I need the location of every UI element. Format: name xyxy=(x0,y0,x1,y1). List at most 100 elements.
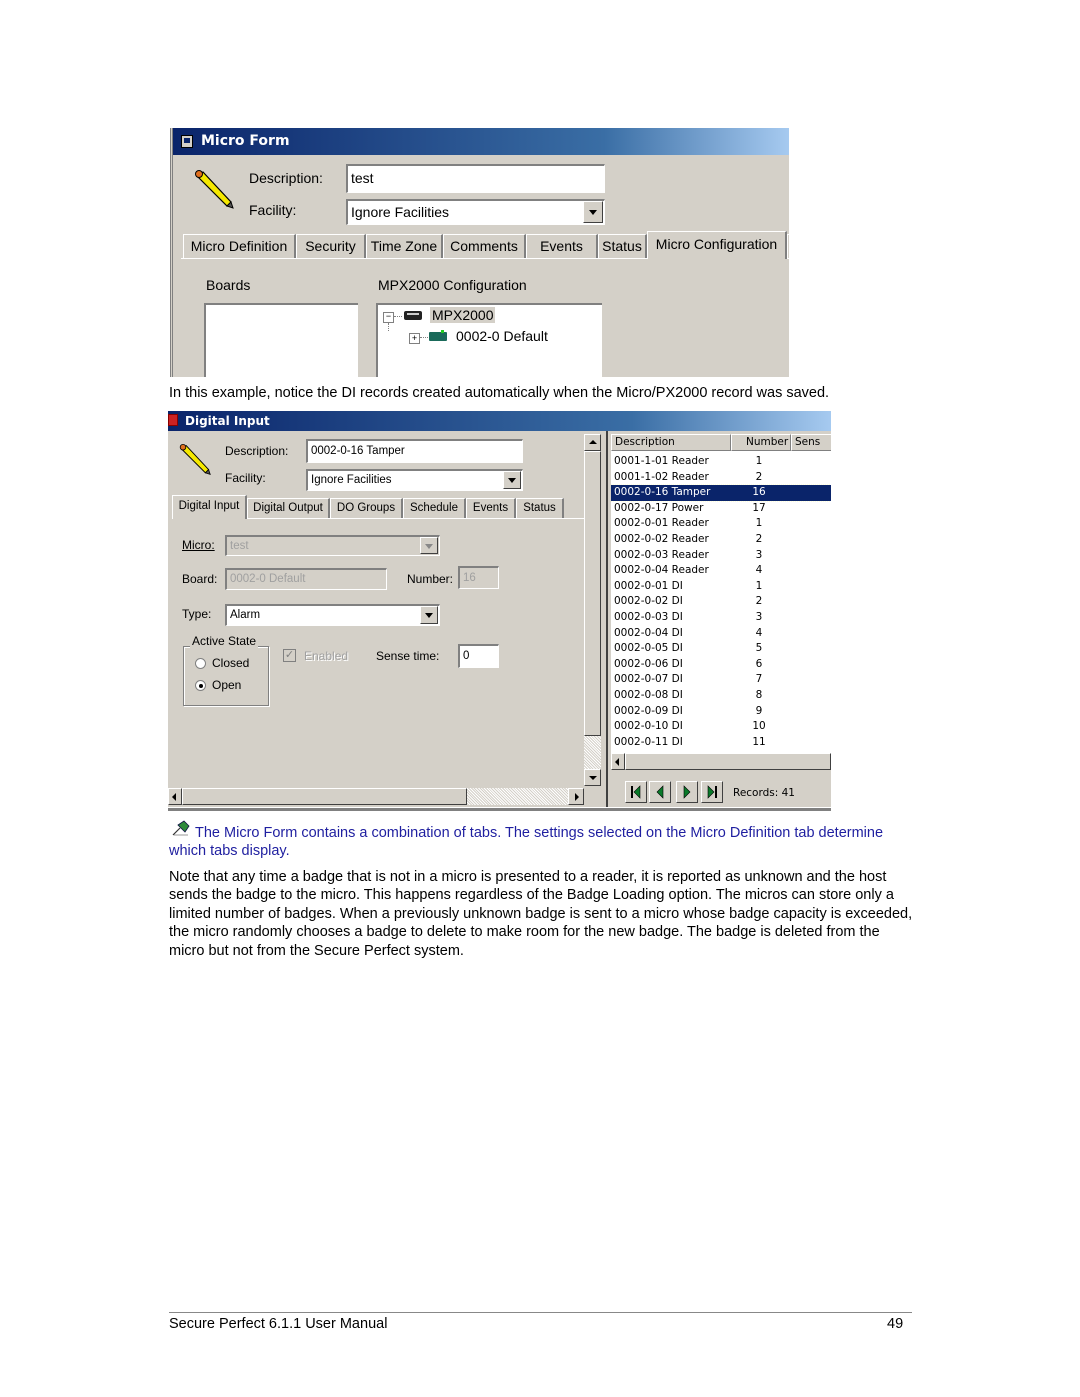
config-tree[interactable]: − MPX2000 + 0002-0 Default xyxy=(376,303,602,377)
radio-closed[interactable] xyxy=(195,658,206,669)
first-record-icon xyxy=(631,785,641,799)
scroll-right-button[interactable] xyxy=(568,788,584,805)
grid-row[interactable]: 0001-1-02 Reader 2 xyxy=(611,470,831,486)
radio-open-label[interactable]: Open xyxy=(212,678,241,692)
grid-row[interactable]: 0001-1-01 Reader 1 xyxy=(611,454,831,470)
number-label: Number: xyxy=(407,572,454,586)
cell-number: 4 xyxy=(755,564,763,577)
tree-connector xyxy=(394,316,402,317)
previous-record-icon xyxy=(656,785,664,799)
note-text-content: The Micro Form contains a combination of… xyxy=(169,825,884,860)
column-header-number[interactable]: Number xyxy=(731,434,791,451)
grid-row[interactable]: 0002-0-01 DI 1 xyxy=(611,579,831,595)
sense-time-input[interactable]: 0 xyxy=(458,644,499,668)
nav-next-button[interactable] xyxy=(676,781,698,803)
micro-dropdown-button xyxy=(420,537,438,554)
tab-time-zone[interactable]: Time Zone xyxy=(366,234,443,258)
grid-row[interactable]: 0002-0-07 DI 7 xyxy=(611,672,831,688)
grid-row[interactable]: 0002-0-02 Reader 2 xyxy=(611,532,831,548)
grid-row[interactable]: 0002-0-02 DI 2 xyxy=(611,594,831,610)
grid-scroll-left-button[interactable] xyxy=(611,753,625,770)
tab-micro-definition[interactable]: Micro Definition xyxy=(183,234,296,258)
radio-open[interactable] xyxy=(195,680,206,691)
tab-micro-configuration[interactable]: Micro Configuration xyxy=(647,231,787,259)
page-number: 49 xyxy=(887,1316,904,1332)
grid-row[interactable]: 0002-0-01 Reader 1 xyxy=(611,516,831,532)
tab-comments[interactable]: Comments xyxy=(443,234,526,258)
tree-node-default-board[interactable]: 0002-0 Default xyxy=(456,328,548,344)
cell-description: 0001-1-02 Reader xyxy=(614,470,709,483)
board-input: 0002-0 Default xyxy=(225,568,387,590)
tree-connector xyxy=(420,337,428,338)
tree-collapse-icon[interactable]: − xyxy=(383,312,394,323)
scroll-down-button[interactable] xyxy=(584,769,601,786)
scroll-thumb[interactable] xyxy=(584,451,601,736)
facility-dropdown-button[interactable] xyxy=(583,201,603,223)
cell-number: 1 xyxy=(755,579,763,592)
micro-form-titlebar: Micro Form xyxy=(173,128,789,155)
config-label: MPX2000 Configuration xyxy=(378,277,527,293)
tree-node-mpx2000[interactable]: MPX2000 xyxy=(430,307,496,323)
grid-row[interactable]: 0002-0-03 DI 3 xyxy=(611,610,831,626)
grid-row[interactable]: 0002-0-06 DI 6 xyxy=(611,657,831,673)
window-title: Digital Input xyxy=(185,414,270,428)
grid-row[interactable]: 0002-0-08 DI 8 xyxy=(611,688,831,704)
column-header-description[interactable]: Description xyxy=(611,434,731,451)
radio-closed-label[interactable]: Closed xyxy=(212,656,249,670)
grid-row[interactable]: 0002-0-03 Reader 3 xyxy=(611,548,831,564)
scroll-up-button[interactable] xyxy=(584,434,601,451)
last-record-icon xyxy=(707,785,717,799)
grid-row[interactable]: 0002-0-04 Reader 4 xyxy=(611,563,831,579)
pane-splitter[interactable] xyxy=(604,431,608,811)
tab-digital-input[interactable]: Digital Input xyxy=(172,495,247,519)
cell-number: 3 xyxy=(755,611,763,623)
cell-description: 0002-0-04 Reader xyxy=(614,564,709,577)
grid-row[interactable]: 0002-0-17 Power 17 xyxy=(611,501,831,517)
nav-last-button[interactable] xyxy=(701,781,723,803)
grid-row[interactable]: 0002-0-11 DI 11 xyxy=(611,735,831,751)
facility-select[interactable]: Ignore Facilities xyxy=(306,469,523,491)
number-input: 16 xyxy=(458,566,499,589)
tab-events[interactable]: Events xyxy=(526,234,598,258)
records-count: Records: 41 xyxy=(733,787,795,799)
nav-prev-button[interactable] xyxy=(649,781,671,803)
grid-body: 0001-1-01 Reader 1 0001-1-02 Reader 2 0002-0… xyxy=(611,454,831,766)
cell-description: 0002-0-06 DI xyxy=(614,657,683,670)
type-select[interactable]: Alarm xyxy=(225,604,440,626)
grid-row[interactable]: 0002-0-16 Tamper 16 xyxy=(611,484,831,502)
description-input[interactable]: test xyxy=(346,164,605,193)
cell-number: 5 xyxy=(755,642,763,655)
tab-status[interactable]: Status xyxy=(598,234,647,258)
tab-overflow-edge[interactable] xyxy=(787,234,789,258)
next-record-icon xyxy=(683,785,691,799)
tab-status[interactable]: Status xyxy=(516,498,564,519)
grid-row[interactable]: 0002-0-09 DI 9 xyxy=(611,704,831,720)
nav-first-button[interactable] xyxy=(625,781,647,803)
cell-description: 0002-0-09 DI xyxy=(614,704,683,717)
facility-dropdown-button[interactable] xyxy=(503,471,521,489)
tab-schedule[interactable]: Schedule xyxy=(403,498,466,519)
grid-row[interactable]: 0002-0-04 DI 4 xyxy=(611,626,831,642)
hscroll-thumb[interactable] xyxy=(182,788,467,805)
tab-security[interactable]: Security xyxy=(296,234,366,258)
cell-description: 0002-0-08 DI xyxy=(614,689,683,701)
description-input[interactable]: 0002-0-16 Tamper xyxy=(306,439,523,463)
cell-number: 1 xyxy=(755,517,763,530)
column-header-sense[interactable]: Sens xyxy=(791,434,831,451)
facility-select[interactable]: Ignore Facilities xyxy=(346,199,605,225)
grid-hscroll-thumb[interactable] xyxy=(625,753,831,770)
cell-number: 16 xyxy=(752,486,766,499)
tree-expand-icon[interactable]: + xyxy=(409,333,420,344)
tab-events[interactable]: Events xyxy=(466,498,516,519)
facility-label: Facility: xyxy=(225,471,266,485)
grid-row[interactable]: 0002-0-05 DI 5 xyxy=(611,641,831,657)
cell-number: 4 xyxy=(755,626,763,639)
tab-do-groups[interactable]: DO Groups xyxy=(330,498,403,519)
scroll-left-button[interactable] xyxy=(168,788,182,805)
type-dropdown-button[interactable] xyxy=(420,606,438,624)
micro-select: test xyxy=(225,535,440,556)
tab-digital-output[interactable]: Digital Output xyxy=(247,498,330,519)
boards-list[interactable] xyxy=(204,303,358,377)
footer-rule xyxy=(169,1312,912,1313)
grid-row[interactable]: 0002-0-10 DI 10 xyxy=(611,719,831,735)
